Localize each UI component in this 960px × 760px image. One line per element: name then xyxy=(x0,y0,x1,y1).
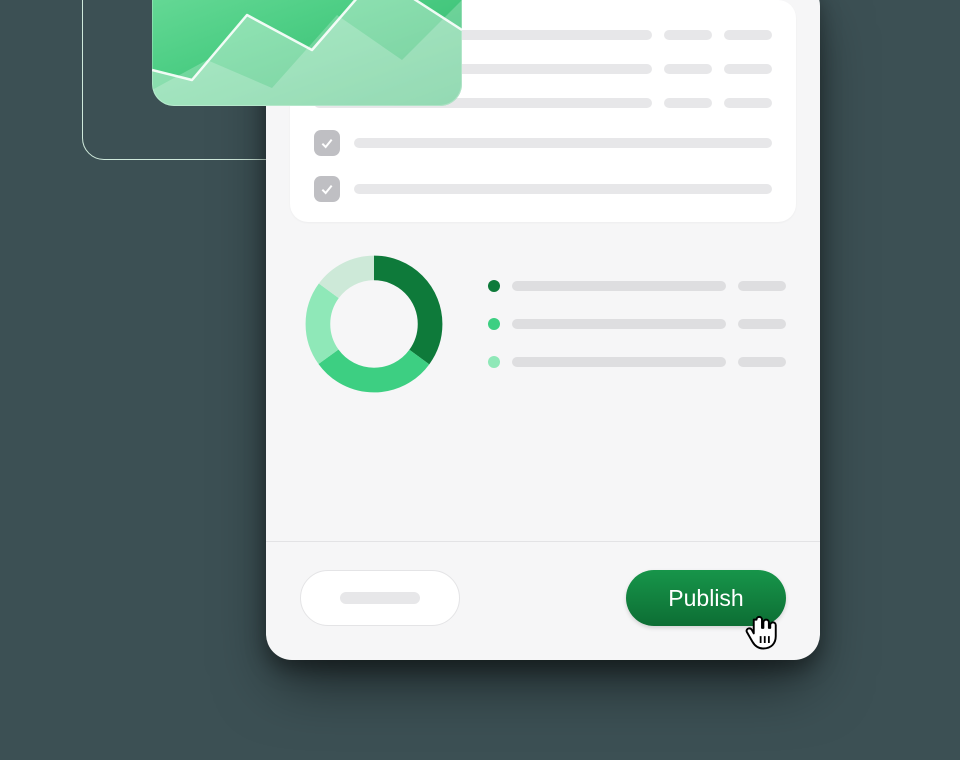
checklist-row xyxy=(314,166,772,212)
placeholder-pill xyxy=(724,30,772,40)
placeholder-line xyxy=(512,357,726,367)
placeholder-pill xyxy=(664,64,712,74)
placeholder-line xyxy=(512,319,726,329)
placeholder-line xyxy=(354,184,772,194)
check-icon xyxy=(319,135,335,151)
checkbox-checked[interactable] xyxy=(314,130,340,156)
placeholder-line xyxy=(512,281,726,291)
cancel-button[interactable] xyxy=(300,570,460,626)
placeholder-line xyxy=(354,138,772,148)
placeholder-pill xyxy=(738,281,786,291)
line-chart-icon xyxy=(152,0,462,106)
placeholder-line xyxy=(340,592,420,604)
placeholder-pill xyxy=(664,30,712,40)
chart-preview-card xyxy=(152,0,462,106)
dialog-footer: Publish xyxy=(266,541,820,660)
checklist-row xyxy=(314,120,772,166)
check-icon xyxy=(319,181,335,197)
legend-item xyxy=(488,318,786,330)
placeholder-pill xyxy=(738,357,786,367)
placeholder-pill xyxy=(738,319,786,329)
legend-dot-icon xyxy=(488,318,500,330)
publish-button[interactable]: Publish xyxy=(626,570,786,626)
donut-chart xyxy=(300,250,448,398)
legend-dot-icon xyxy=(488,356,500,368)
checkbox-checked[interactable] xyxy=(314,176,340,202)
placeholder-pill xyxy=(664,98,712,108)
stats-section xyxy=(290,222,796,426)
legend-item xyxy=(488,280,786,292)
publish-button-label: Publish xyxy=(668,585,743,612)
placeholder-pill xyxy=(724,98,772,108)
legend-item xyxy=(488,356,786,368)
legend-dot-icon xyxy=(488,280,500,292)
placeholder-pill xyxy=(724,64,772,74)
chart-legend xyxy=(488,280,786,368)
